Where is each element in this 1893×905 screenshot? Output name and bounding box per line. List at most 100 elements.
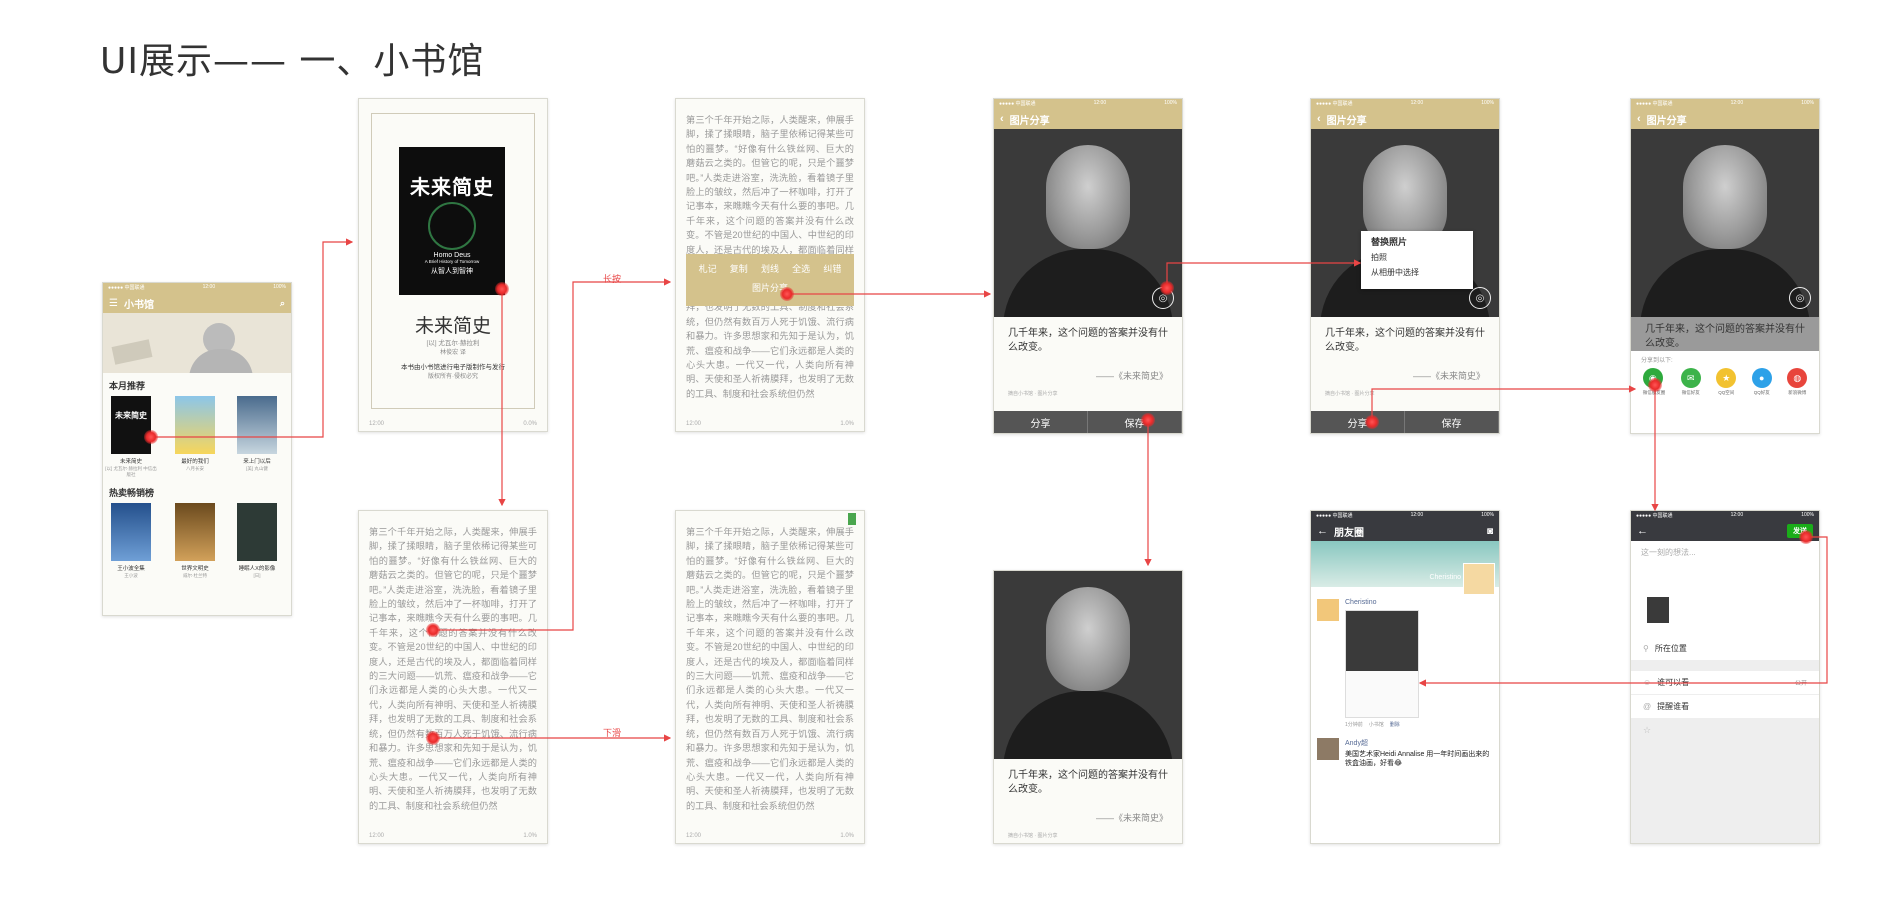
delete-link[interactable]: 删除 xyxy=(1390,721,1400,728)
popup-option-album[interactable]: 从相册中选择 xyxy=(1371,267,1463,278)
book-cover-3[interactable] xyxy=(237,396,277,454)
post-author[interactable]: Andy超 xyxy=(1345,738,1493,748)
share-target-qzone[interactable]: ★ QQ空间 xyxy=(1716,368,1737,396)
compose-input[interactable]: 这一刻的想法... xyxy=(1631,541,1819,593)
saved-footnote: 摘自小书馆 · 图片分享 xyxy=(1008,833,1058,839)
search-icon[interactable]: ⌕ xyxy=(280,298,285,309)
menu-icon[interactable]: ☰ xyxy=(109,298,118,309)
book-cover-4[interactable] xyxy=(111,503,151,561)
share-button[interactable]: 分享 xyxy=(994,411,1088,433)
reader-footer: 12:00 1.0% xyxy=(369,833,537,839)
post: Cheristino 1分钟前 小书馆 删除 xyxy=(1311,587,1499,728)
menu-item-report[interactable]: 纠错 xyxy=(823,262,841,275)
share-quote: 几千年来，这个问题的答案并没有什么改变。 xyxy=(1325,328,1485,353)
share-target-wechat[interactable]: ✉ 微信好友 xyxy=(1680,368,1701,396)
fingerprint-graphic xyxy=(428,202,476,250)
cover-note: 本书由小书馆进行电子版制作与发行 xyxy=(401,364,505,371)
camera-icon[interactable]: ◙ xyxy=(1487,526,1493,537)
nav-title: 图片分享 xyxy=(1326,115,1367,127)
save-button[interactable]: 保存 xyxy=(1088,411,1182,433)
back-arrow-icon[interactable]: ← xyxy=(1637,525,1648,537)
moments-navbar: ← 朋友圈 ◙ xyxy=(1311,521,1499,541)
attached-image[interactable] xyxy=(1647,597,1669,623)
wechat-icon: ✉ xyxy=(1680,368,1701,388)
popup-option-camera[interactable]: 拍照 xyxy=(1371,252,1463,263)
share-target-weibo[interactable]: ◍ 新浪微博 xyxy=(1787,368,1808,396)
tap-indicator xyxy=(1141,413,1155,427)
status-bar: ●●●●● 中国联通 12:00 100% xyxy=(1631,99,1819,109)
shared-card[interactable] xyxy=(1345,610,1419,718)
menu-row: 札记 复制 划线 全选 纠错 xyxy=(686,254,854,281)
camera-icon[interactable]: ◎ xyxy=(1789,287,1811,309)
book-cover-6[interactable] xyxy=(237,503,277,561)
book-title: 来上门以后 xyxy=(243,459,271,465)
hot-heading: 热卖畅销榜 xyxy=(109,488,155,498)
book-author: 王小波 xyxy=(124,573,138,578)
image-share-screen: ●●●●● 中国联通 12:00 100% ‹ 图片分享 ◎ 几千年来，这个问题的答案… xyxy=(993,98,1183,434)
bookmark-icon[interactable] xyxy=(848,513,856,525)
reader-menu-screen: 第三个千年开始之际，人类醒来，伸展手脚，揉了揉眼睛，脑子里依稀记得某些可怕的噩梦… xyxy=(675,98,865,432)
tap-indicator xyxy=(1799,530,1813,544)
visibility-row[interactable]: ☺ 谁可以看 公开 xyxy=(1631,671,1819,695)
menu-item-select-all[interactable]: 全选 xyxy=(792,262,810,275)
share-quote: 几千年来，这个问题的答案并没有什么改变。 xyxy=(1008,328,1168,353)
share-target-qq[interactable]: ● QQ好友 xyxy=(1751,368,1772,396)
post-text: 美国艺术家Heidi Annalise 用一年时间画出来的铁盒油画，好看😂 xyxy=(1345,751,1490,767)
share-to-label: 分享到以下: xyxy=(1641,358,1673,364)
back-icon[interactable]: ‹ xyxy=(1637,113,1641,125)
moments-cover: Cheristino xyxy=(1311,541,1499,595)
camera-icon[interactable]: ◎ xyxy=(1469,287,1491,309)
cover-author: [以] 尤瓦尔·赫拉利 xyxy=(426,340,480,347)
cover-note: 版权所有·侵权必究 xyxy=(428,374,478,380)
reader-slide-screen: 第三个千年开始之际，人类醒来，伸展手脚，揉了揉眼睛，脑子里依稀记得某些可怕的噩梦… xyxy=(675,510,865,844)
compose-bottom: ☆ xyxy=(1631,719,1819,843)
book-cover-1[interactable]: 未来简史 xyxy=(111,396,151,454)
status-bar: ●●●●● 中国联通 12:00 100% xyxy=(1311,511,1499,521)
long-press-menu: 札记 复制 划线 全选 纠错 图片分享 xyxy=(686,254,854,306)
share-footnote: 摘自小书馆 · 图片分享 xyxy=(1008,391,1058,397)
location-row[interactable]: ⚲ 所在位置 xyxy=(1631,637,1819,661)
tap-indicator xyxy=(426,623,440,637)
post-author[interactable]: Cheristino xyxy=(1345,599,1493,606)
save-button[interactable]: 保存 xyxy=(1405,411,1499,433)
share-sheet: 分享到以下: ◉微信朋友圈 ✉微信好友 ★QQ空间 ●QQ好友 ◍新浪微博 xyxy=(1631,351,1819,433)
reader-text[interactable]: 第三个千年开始之际，人类醒来，伸展手脚，揉了揉眼睛，脑子里依稀记得某些可怕的噩梦… xyxy=(676,99,864,407)
book-title: 最好的我们 xyxy=(181,459,209,465)
home-banner[interactable] xyxy=(103,313,291,373)
tap-indicator xyxy=(1648,378,1662,392)
share-footnote: 摘自小书馆 · 图片分享 xyxy=(1325,391,1375,397)
cover-name: Cheristino xyxy=(1429,574,1461,581)
share-source: ——《未来简史》 xyxy=(1412,371,1485,381)
reader-screen: 第三个千年开始之际，人类醒来，伸展手脚，揉了揉眼睛，脑子里依稀记得某些可怕的噩梦… xyxy=(358,510,548,844)
tap-indicator xyxy=(426,731,440,745)
tap-indicator xyxy=(1365,415,1379,429)
share-button[interactable]: 分享 xyxy=(1311,411,1405,433)
reader-footer: 12:00 1.0% xyxy=(686,833,854,839)
menu-item-copy[interactable]: 复制 xyxy=(730,262,748,275)
compose-navbar: ← 发送 xyxy=(1631,521,1819,541)
qzone-icon: ★ xyxy=(1716,368,1737,388)
book-author: 威尔·杜兰特 xyxy=(183,573,207,578)
menu-item-note[interactable]: 札记 xyxy=(699,262,717,275)
book-cover-5[interactable] xyxy=(175,503,215,561)
menu-item-image-share[interactable]: 图片分享 xyxy=(686,281,854,294)
menu-item-underline[interactable]: 划线 xyxy=(761,262,779,275)
share-navbar: ‹ 图片分享 xyxy=(1311,109,1499,129)
reader-text[interactable]: 第三个千年开始之际，人类醒来，伸展手脚，揉了揉眼睛，脑子里依稀记得某些可怕的噩梦… xyxy=(359,511,547,829)
back-icon[interactable]: ‹ xyxy=(1317,113,1321,125)
popup-title: 替换照片 xyxy=(1371,237,1408,247)
back-arrow-icon[interactable]: ← xyxy=(1317,525,1328,537)
hot-row: 王小波全集 世界文明史 睡眠人X的影像 王小波 威尔·杜兰特 [日] xyxy=(103,503,291,587)
avatar[interactable] xyxy=(1317,738,1339,760)
status-bar: ●●●●● 中国联通 12:00 100% xyxy=(1311,99,1499,109)
reader-text[interactable]: 第三个千年开始之际，人类醒来，伸展手脚，揉了揉眼睛，脑子里依稀记得某些可怕的噩梦… xyxy=(676,511,864,829)
back-icon[interactable]: ‹ xyxy=(1000,113,1004,125)
share-navbar: ‹ 图片分享 xyxy=(1631,109,1819,129)
saved-photo xyxy=(994,571,1182,759)
remind-row[interactable]: @ 提醒谁看 xyxy=(1631,695,1819,719)
book-cover-2[interactable] xyxy=(175,396,215,454)
avatar[interactable] xyxy=(1317,599,1339,621)
book-title: 睡眠人X的影像 xyxy=(238,566,276,572)
status-bar: ●●●●● 中国联通 12:00 100% xyxy=(1631,511,1819,521)
book-cover[interactable]: 未来简史 Homo Deus A Brief History of Tomorr… xyxy=(399,147,505,295)
